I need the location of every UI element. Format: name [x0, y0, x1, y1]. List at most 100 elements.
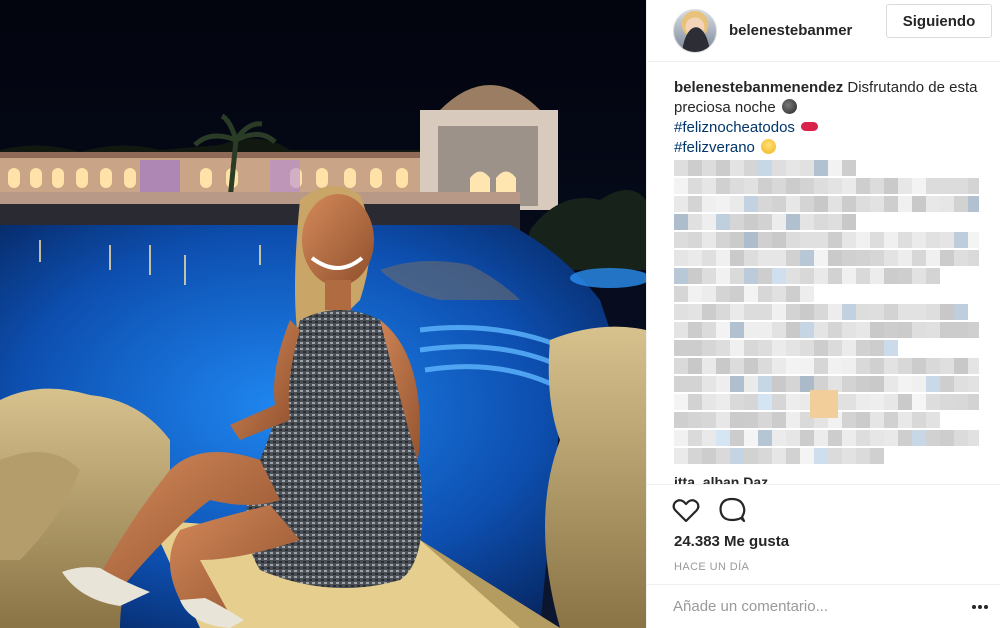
three-dots-icon[interactable]: [971, 604, 989, 610]
mosaic-tile: [940, 250, 954, 266]
mosaic-tile: [786, 448, 800, 464]
mosaic-tile: [856, 304, 870, 320]
mosaic-tile: [814, 376, 828, 392]
mosaic-tile: [926, 322, 940, 338]
following-button[interactable]: Siguiendo: [886, 4, 992, 38]
mosaic-tile: [870, 268, 884, 284]
mosaic-tile: [870, 322, 884, 338]
mosaic-tile: [814, 196, 828, 212]
post-photo[interactable]: [0, 0, 646, 628]
mosaic-tile: [716, 196, 730, 212]
mosaic-tile: [772, 268, 786, 284]
mosaic-tile: [688, 430, 702, 446]
mosaic-tile: [744, 160, 758, 176]
mosaic-tile: [786, 394, 800, 410]
mosaic-tile: [898, 268, 912, 284]
mosaic-tile: [814, 430, 828, 446]
mosaic-tile: [856, 322, 870, 338]
mosaic-tile: [954, 232, 968, 248]
mosaic-tile: [870, 178, 884, 194]
mosaic-tile: [926, 304, 940, 320]
mosaic-tile: [772, 394, 786, 410]
hashtag-link[interactable]: #felizverano: [674, 138, 992, 158]
mosaic-tile: [758, 340, 772, 356]
mosaic-tile: [772, 322, 786, 338]
mosaic-tile: [674, 340, 688, 356]
mosaic-tile: [688, 160, 702, 176]
header-username[interactable]: belenestebanmer: [729, 22, 865, 39]
mosaic-tile: [884, 268, 898, 284]
caption-username[interactable]: belenestebanmenendez: [674, 79, 843, 96]
mosaic-tile: [744, 430, 758, 446]
comment-input[interactable]: [673, 598, 943, 615]
mosaic-tile: [702, 178, 716, 194]
post-sidebar: belenestebanmer Siguiendo belenestebanme…: [646, 0, 1000, 628]
mosaic-tile: [730, 412, 744, 428]
avatar[interactable]: [673, 8, 717, 53]
mosaic-tile: [730, 214, 744, 230]
mosaic-tile: [814, 358, 828, 374]
mosaic-tile: [716, 178, 730, 194]
mosaic-tile: [954, 322, 968, 338]
mosaic-tile: [800, 448, 814, 464]
mosaic-tile: [912, 178, 926, 194]
mosaic-tile: [688, 340, 702, 356]
mosaic-tile: [786, 286, 800, 302]
mosaic-tile: [688, 250, 702, 266]
mosaic-tile: [856, 448, 870, 464]
mosaic-tile: [772, 160, 786, 176]
mosaic-tile: [744, 178, 758, 194]
mosaic-tile: [758, 232, 772, 248]
mosaic-tile: [702, 304, 716, 320]
post-timestamp[interactable]: HACE UN DÍA: [674, 561, 749, 573]
mosaic-tile: [758, 286, 772, 302]
mosaic-tile: [744, 304, 758, 320]
mosaic-tile: [786, 358, 800, 374]
mosaic-tile: [940, 394, 954, 410]
mosaic-tile: [870, 412, 884, 428]
mosaic-tile: [884, 304, 898, 320]
hashtag-label: #feliznocheatodos: [674, 119, 795, 136]
mosaic-tile: [674, 358, 688, 374]
mosaic-tile: [842, 376, 856, 392]
post-actions: 24.383 Me gusta HACE UN DÍA: [647, 484, 1000, 600]
mosaic-tile: [716, 430, 730, 446]
mosaic-tile: [758, 394, 772, 410]
mosaic-tile: [730, 160, 744, 176]
mosaic-tile: [772, 340, 786, 356]
mosaic-tile: [744, 286, 758, 302]
mosaic-tile: [688, 358, 702, 374]
mosaic-tile: [772, 412, 786, 428]
mosaic-tile: [842, 178, 856, 194]
mosaic-tile: [856, 340, 870, 356]
mosaic-tile: [758, 376, 772, 392]
mosaic-tile: [884, 322, 898, 338]
hashtag-link[interactable]: #feliznocheatodos: [674, 118, 992, 138]
mosaic-tile: [702, 232, 716, 248]
mosaic-tile: [870, 232, 884, 248]
mosaic-tile: [786, 214, 800, 230]
mosaic-tile: [898, 178, 912, 194]
mosaic-tile: [702, 430, 716, 446]
mosaic-tile: [758, 160, 772, 176]
likes-count[interactable]: 24.383 Me gusta: [674, 533, 789, 550]
speech-bubble-icon[interactable]: [717, 495, 747, 525]
mosaic-tile: [842, 358, 856, 374]
mosaic-tile: [898, 196, 912, 212]
mosaic-tile: [688, 178, 702, 194]
mosaic-tile: [828, 322, 842, 338]
mosaic-tile: [898, 304, 912, 320]
mosaic-tile: [870, 196, 884, 212]
heart-outline-icon[interactable]: [671, 495, 701, 525]
mosaic-tile: [800, 178, 814, 194]
mosaic-tile: [702, 322, 716, 338]
mosaic-tile: [772, 214, 786, 230]
mosaic-tile: [856, 250, 870, 266]
mosaic-tile: [772, 250, 786, 266]
pixelated-comments: [674, 160, 979, 470]
mosaic-tile: [744, 394, 758, 410]
mosaic-tile: [758, 322, 772, 338]
mosaic-tile: [856, 232, 870, 248]
mosaic-tile: [856, 178, 870, 194]
mosaic-tile: [898, 430, 912, 446]
